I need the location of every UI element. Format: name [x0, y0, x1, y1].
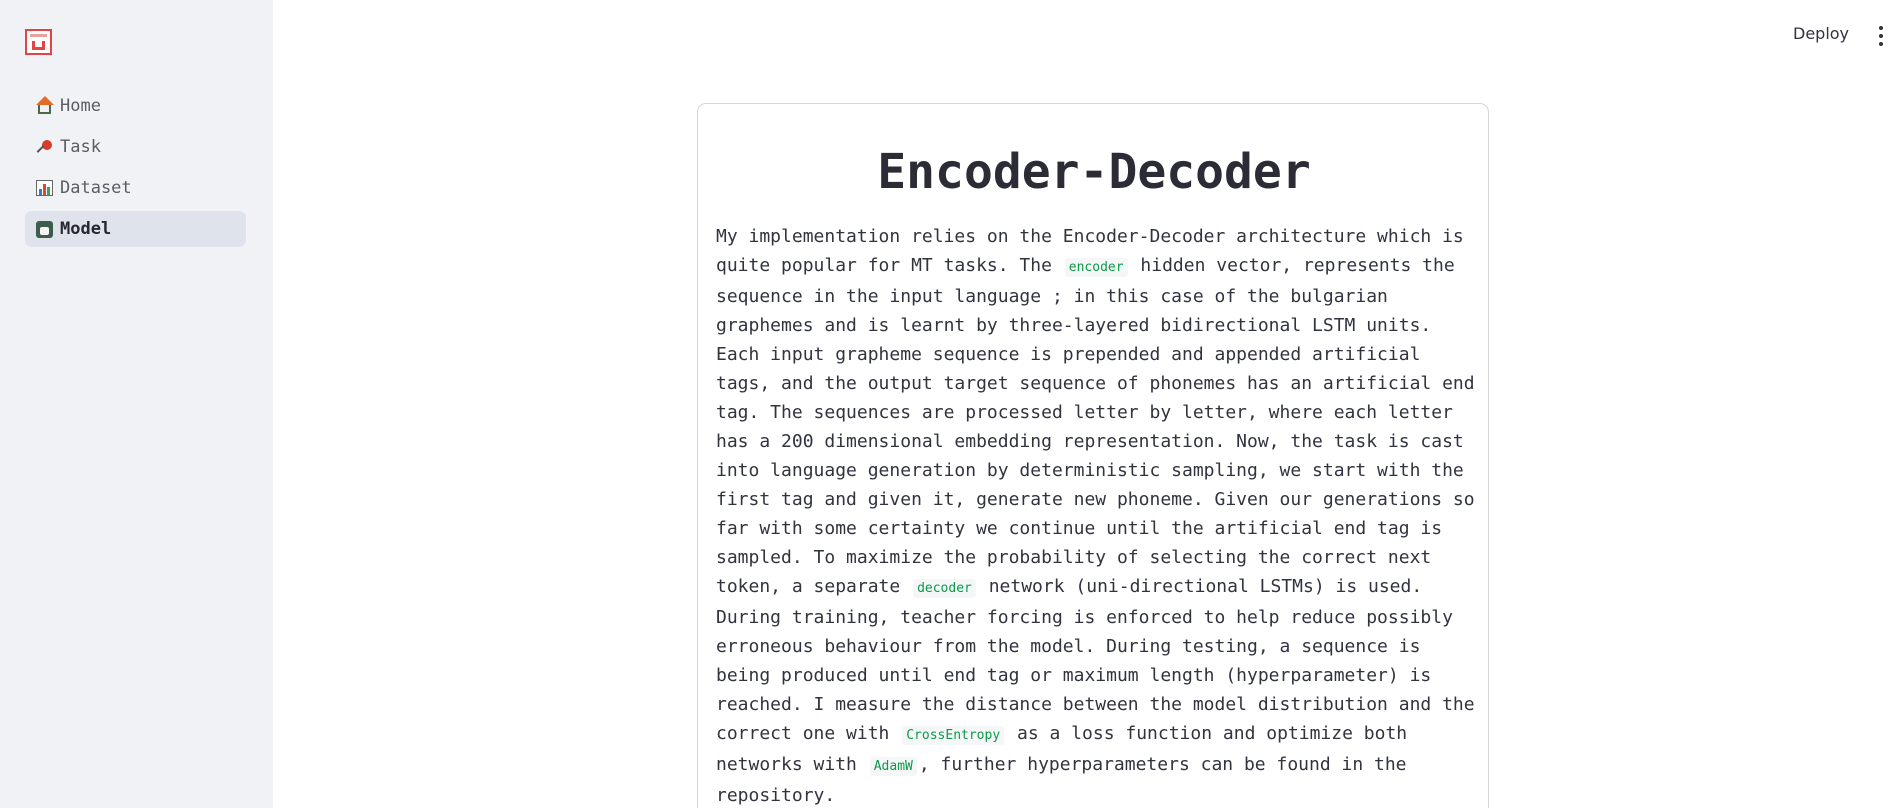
- inline-code-adamw: AdamW: [869, 757, 917, 776]
- model-icon: [35, 220, 54, 239]
- app-root: Home Task Dataset Model Deploy Encoder-D…: [0, 0, 1902, 808]
- inline-code-crossentropy: CrossEntropy: [902, 726, 1005, 745]
- logo-inner: [32, 41, 45, 50]
- text-segment: hidden vector, represents the sequence i…: [716, 255, 1475, 597]
- sidebar-item-dataset[interactable]: Dataset: [25, 170, 246, 206]
- inline-code-encoder: encoder: [1064, 258, 1128, 277]
- description-paragraph: My implementation relies on the Encoder-…: [716, 222, 1480, 808]
- sidebar-nav: Home Task Dataset Model: [25, 88, 246, 252]
- deploy-button[interactable]: Deploy: [1793, 24, 1849, 43]
- sidebar-item-label: Task: [60, 137, 101, 157]
- logo-topbar: [30, 34, 47, 37]
- bar-chart-icon: [35, 179, 54, 198]
- inline-code-decoder: decoder: [913, 579, 976, 598]
- kebab-menu-icon[interactable]: [1877, 26, 1885, 46]
- page-title: Encoder-Decoder: [877, 144, 1311, 200]
- sidebar: Home Task Dataset Model: [0, 0, 273, 808]
- sidebar-item-label: Home: [60, 96, 101, 116]
- house-icon: [35, 95, 54, 116]
- sidebar-item-home[interactable]: Home: [25, 88, 246, 124]
- sidebar-item-model[interactable]: Model: [25, 211, 246, 247]
- text-segment: network (uni-directional LSTMs) is used.…: [716, 576, 1475, 744]
- pushpin-icon: [35, 138, 54, 157]
- sidebar-item-label: Dataset: [60, 178, 132, 198]
- content-card: Encoder-Decoder My implementation relies…: [697, 103, 1489, 808]
- sidebar-item-label: Model: [60, 219, 112, 239]
- sidebar-item-task[interactable]: Task: [25, 129, 246, 165]
- streamlit-logo-icon[interactable]: [25, 29, 52, 55]
